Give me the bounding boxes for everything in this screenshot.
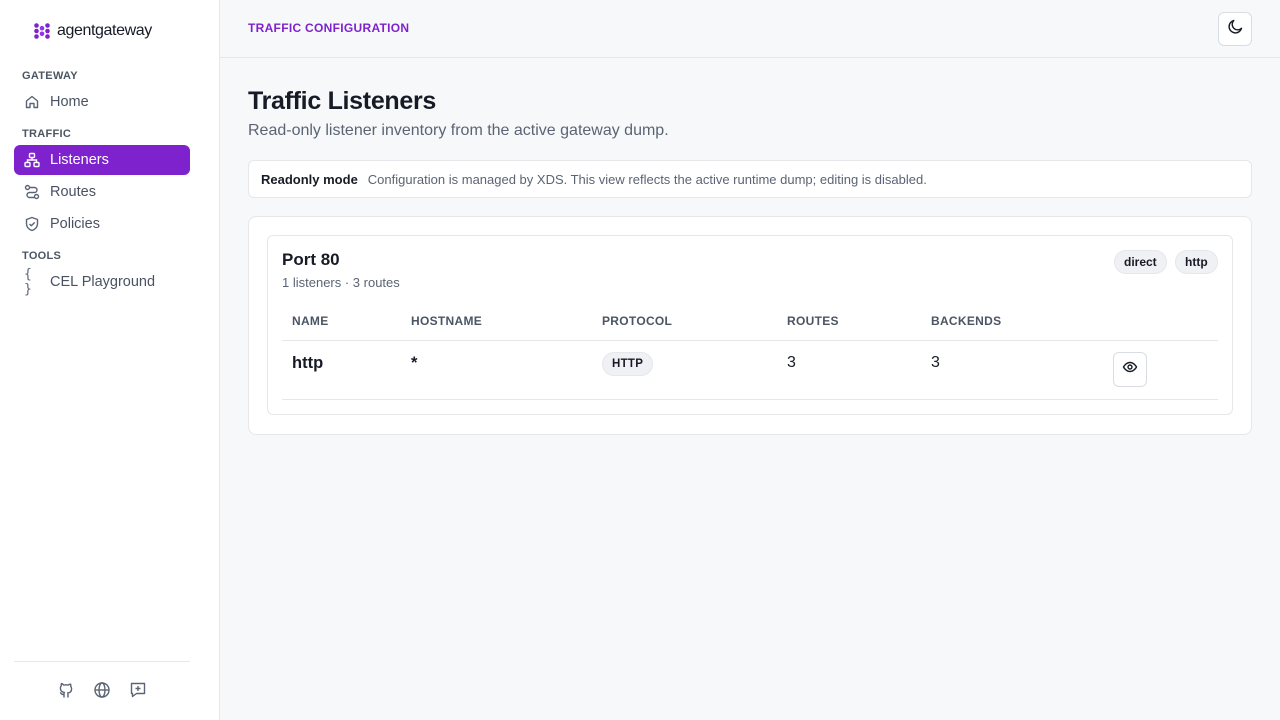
readonly-notice: Readonly mode Configuration is managed b… xyxy=(248,160,1252,198)
sidebar-item-label: Listeners xyxy=(50,152,109,168)
sidebar-divider xyxy=(14,661,190,662)
sidebar-item-label: Routes xyxy=(50,184,96,200)
tag-http: http xyxy=(1175,250,1218,274)
readonly-text: Configuration is managed by XDS. This vi… xyxy=(367,171,927,187)
column-header-protocol[interactable]: PROTOCOL xyxy=(602,314,672,328)
readonly-title: Readonly mode xyxy=(261,171,358,187)
moon-icon xyxy=(1227,18,1244,40)
page-title: Traffic Listeners xyxy=(248,87,437,115)
tag-direct: direct xyxy=(1114,250,1167,274)
cell-listener-name: http xyxy=(292,354,324,372)
port-title: Port 80 xyxy=(282,250,340,269)
cell-hostname: * xyxy=(411,354,418,372)
table-row-divider xyxy=(282,399,1218,400)
section-label-gateway: GATEWAY xyxy=(22,70,78,82)
column-header-backends[interactable]: BACKENDS xyxy=(931,314,1001,328)
sidebar-item-label: Policies xyxy=(50,216,100,232)
cell-routes-count: 3 xyxy=(787,354,796,371)
table-header-divider xyxy=(282,340,1218,341)
breadcrumb: TRAFFIC CONFIGURATION xyxy=(248,21,410,35)
section-label-traffic: TRAFFIC xyxy=(22,128,72,140)
globe-icon[interactable] xyxy=(93,681,111,699)
brand-name: agentgateway xyxy=(57,22,152,39)
braces-icon: { } xyxy=(24,267,32,297)
column-header-routes[interactable]: ROUTES xyxy=(787,314,839,328)
top-bar: TRAFFIC CONFIGURATION xyxy=(220,0,1280,58)
eye-icon xyxy=(1122,359,1138,380)
sidebar-item-label: CEL Playground xyxy=(50,274,156,290)
sidebar-item-label: Home xyxy=(50,94,89,110)
agentgateway-logo-icon xyxy=(34,23,50,39)
sidebar-item-cel-playground[interactable]: { } CEL Playground xyxy=(14,267,190,297)
sidebar-item-routes[interactable]: Routes xyxy=(14,177,190,207)
sidebar-item-home[interactable]: Home xyxy=(14,87,190,117)
column-header-name[interactable]: NAME xyxy=(292,314,329,328)
section-label-tools: TOOLS xyxy=(22,250,62,262)
port-meta: 1 listeners · 3 routes xyxy=(282,275,400,290)
view-listener-button[interactable] xyxy=(1113,352,1147,387)
protocol-badge: HTTP xyxy=(602,352,654,376)
route-icon xyxy=(24,184,40,200)
github-icon[interactable] xyxy=(57,681,75,699)
page-subtitle: Read-only listener inventory from the ac… xyxy=(248,122,669,139)
cell-backends-count: 3 xyxy=(931,354,940,371)
shield-check-icon xyxy=(24,216,40,232)
brand-logo[interactable]: agentgateway xyxy=(33,20,152,42)
sidebar-item-policies[interactable]: Policies xyxy=(14,209,190,239)
column-header-hostname[interactable]: HOSTNAME xyxy=(411,314,482,328)
feedback-icon[interactable] xyxy=(129,681,147,699)
theme-toggle-button[interactable] xyxy=(1218,12,1252,46)
sidebar-item-listeners[interactable]: Listeners xyxy=(14,145,190,175)
home-icon xyxy=(24,94,40,110)
network-icon xyxy=(24,152,40,168)
sidebar: agentgateway GATEWAY Home TRAFFIC Listen… xyxy=(0,0,220,720)
